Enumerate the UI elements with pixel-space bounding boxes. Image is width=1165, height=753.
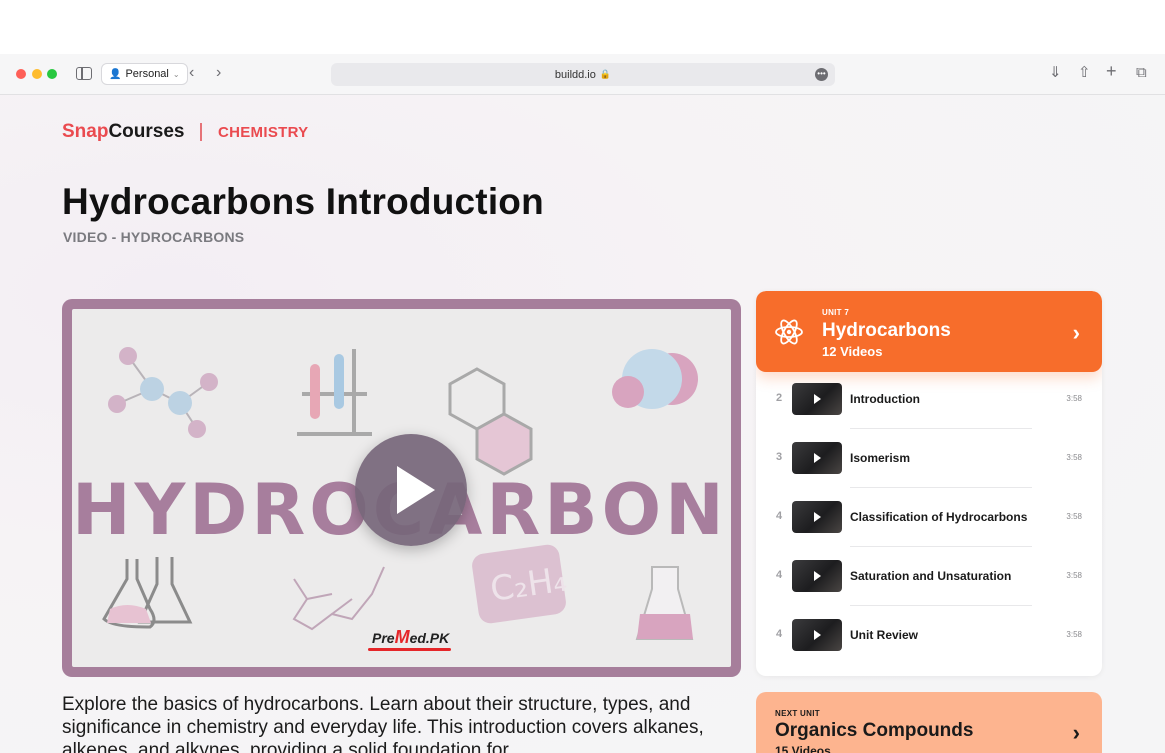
url-text: buildd.io [554,68,596,81]
profile-label: Personal [125,68,169,80]
page-title: Hydrocarbons Introduction [62,181,544,222]
forward-arrow-icon[interactable]: › [216,65,221,81]
lesson-thumbnail [792,442,842,474]
video-thumbnail: C₂H₄ HYDROCARBONS PreMed.PK [72,309,731,667]
lesson-thumbnail [792,619,842,651]
brand-header: Snap Courses CHEMISTRY [62,121,308,143]
unit-header[interactable]: UNIT 7 Hydrocarbons 12 Videos › [756,291,1102,372]
unit-video-count: 12 Videos [822,344,883,359]
download-icon[interactable]: ⇓ [1049,65,1062,80]
chevron-right-icon[interactable]: › [1073,720,1080,746]
page-content: Snap Courses CHEMISTRY Hydrocarbons Intr… [0,95,1165,753]
close-window-button[interactable] [16,69,26,79]
next-unit-video-count: 15 Videos [775,744,831,753]
next-unit-card[interactable]: NEXT UNIT Organics Compounds 15 Videos › [756,692,1102,753]
unit-title: Hydrocarbons [822,320,951,341]
brand-snap[interactable]: Snap [62,121,108,143]
next-unit-title: Organics Compounds [775,720,974,741]
minimize-window-button[interactable] [32,69,42,79]
video-player[interactable]: C₂H₄ HYDROCARBONS PreMed.PK [62,299,741,677]
lesson-item[interactable]: 4 Saturation and Unsaturation 3:58 [756,547,1102,606]
lesson-title: Isomerism [850,451,911,465]
lesson-thumbnail [792,501,842,533]
unit-label: UNIT 7 [822,308,850,317]
back-arrow-icon[interactable]: ‹ [189,65,194,81]
profile-button[interactable]: 👤 Personal ⌄ [101,63,188,85]
lesson-duration: 3:58 [1066,394,1082,403]
sidebar-toggle-icon[interactable] [76,67,92,80]
person-icon: 👤 [109,68,122,80]
subject-link[interactable]: CHEMISTRY [218,124,308,141]
page-subtitle: VIDEO - HYDROCARBONS [63,229,245,245]
lesson-number: 3 [776,451,783,463]
lesson-item[interactable]: 4 Classification of Hydrocarbons 3:58 [756,488,1102,547]
atom-icon [775,319,803,345]
premed-logo: PreMed.PK [367,627,452,651]
lesson-duration: 3:58 [1066,512,1082,521]
zoom-window-button[interactable] [47,69,57,79]
more-options-icon[interactable]: ••• [815,68,828,81]
lock-icon: 🔒 [599,69,612,79]
lesson-number: 2 [776,392,783,404]
chevron-right-icon[interactable]: › [1073,320,1080,346]
lesson-number: 4 [776,628,783,640]
logo-pre: Pre [372,630,395,646]
lesson-item[interactable]: 3 Isomerism 3:58 [756,429,1102,488]
logo-m: M [394,627,410,647]
lesson-thumbnail [792,560,842,592]
lesson-title: Classification of Hydrocarbons [850,510,1028,524]
unit-panel: UNIT 7 Hydrocarbons 12 Videos › 2 Introd… [756,291,1102,676]
address-bar[interactable]: buildd.io 🔒 ••• [331,63,835,86]
lesson-number: 4 [776,569,783,581]
share-icon[interactable]: ⇧ [1078,65,1091,80]
chevron-down-icon: ⌄ [172,69,180,79]
logo-post: ed.PK [409,630,450,646]
lesson-title: Unit Review [850,628,919,642]
next-unit-label: NEXT UNIT [775,709,820,718]
lesson-item[interactable]: 4 Unit Review 3:58 [756,606,1102,665]
lesson-duration: 3:58 [1066,453,1082,462]
lesson-title: Saturation and Unsaturation [850,569,1012,583]
lesson-number: 4 [776,510,783,522]
lesson-item[interactable]: 2 Introduction 3:58 [756,370,1102,429]
new-tab-icon[interactable]: + [1106,62,1117,80]
lesson-duration: 3:58 [1066,630,1082,639]
browser-toolbar: 👤 Personal ⌄ ‹ › buildd.io 🔒 ••• ⇓ ⇧ + ⧉ [0,54,1165,95]
tab-overview-icon[interactable]: ⧉ [1136,65,1147,80]
lesson-thumbnail [792,383,842,415]
lesson-duration: 3:58 [1066,571,1082,580]
brand-divider [200,123,202,141]
play-button[interactable] [355,434,467,546]
lesson-title: Introduction [850,392,920,406]
brand-courses[interactable]: Courses [108,121,184,143]
video-description: Explore the basics of hydrocarbons. Lear… [62,694,704,753]
